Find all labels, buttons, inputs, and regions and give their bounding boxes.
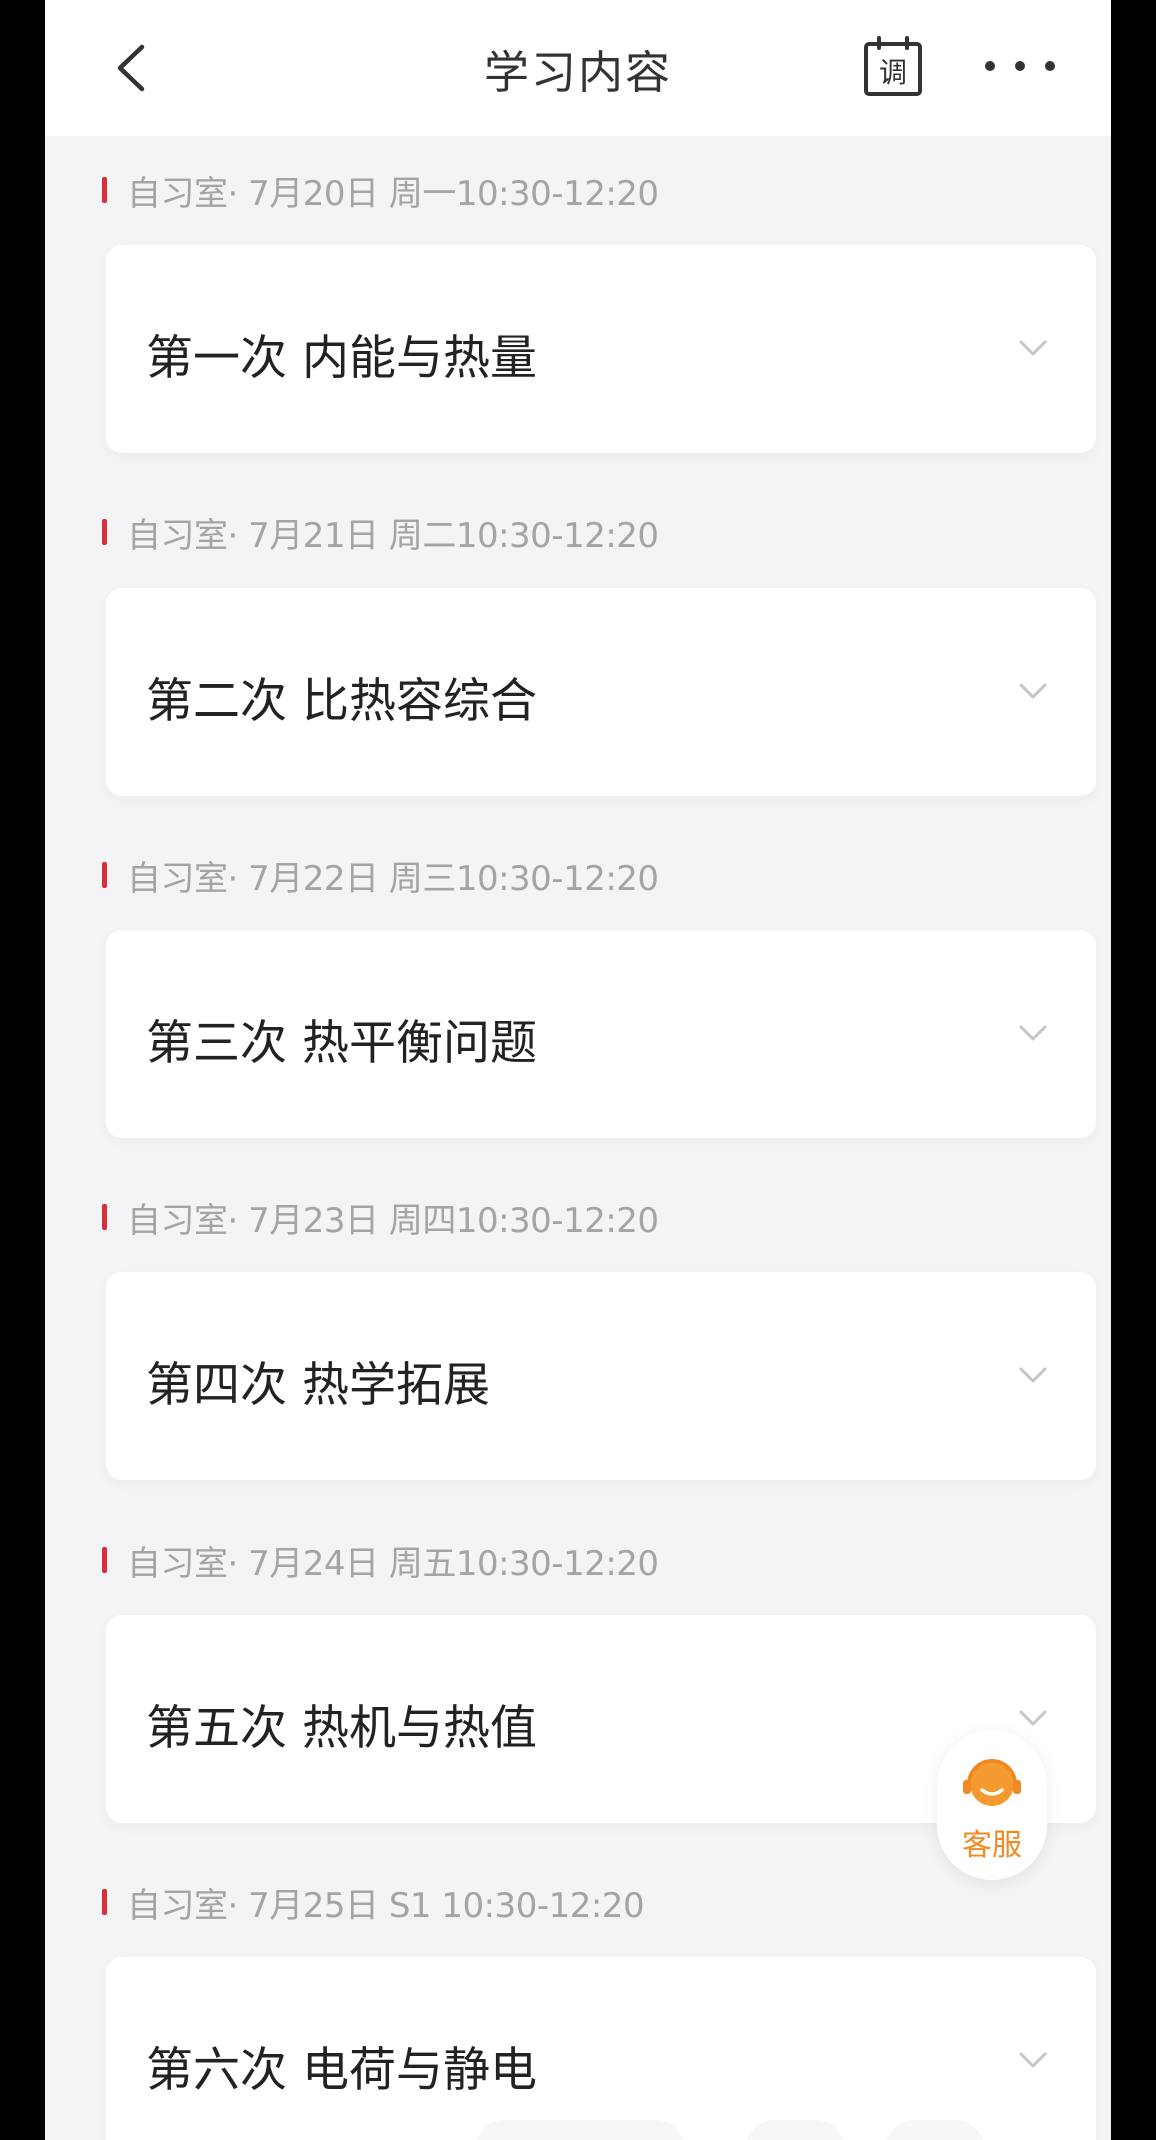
session-title: 第三次 热平衡问题 (146, 1016, 537, 1071)
session-header: 自习室· 7月21日 周二10:30-12:20 (102, 512, 659, 556)
session-card[interactable]: 第四次 热学拓展 (106, 1272, 1096, 1480)
session-header: 自习室· 7月20日 周一10:30-12:20 (102, 170, 659, 214)
page-title: 学习内容 (483, 46, 672, 99)
more-dot (1045, 61, 1055, 71)
app-screen: 学习内容 调 自习室· 7月20日 周一10:30-12:20 第一次 内能与热… (45, 0, 1111, 2140)
session-datetime: 自习室· 7月22日 周三10:30-12:20 (127, 858, 659, 899)
chevron-down-icon[interactable] (1016, 674, 1050, 708)
session-header: 自习室· 7月22日 周三10:30-12:20 (102, 855, 659, 899)
accent-bar (102, 519, 107, 545)
session-card[interactable]: 第三次 热平衡问题 (106, 930, 1096, 1138)
session-title: 第二次 比热容综合 (146, 674, 537, 729)
headset-icon (963, 1759, 1021, 1806)
session-title: 第四次 热学拓展 (146, 1358, 490, 1413)
customer-service-label: 客服 (962, 1828, 1022, 1863)
session-card[interactable]: 第一次 内能与热量 (106, 245, 1096, 453)
session-card[interactable]: 第二次 比热容综合 (106, 588, 1096, 796)
bottom-bar-shape (475, 2120, 685, 2140)
more-dot (1015, 61, 1025, 71)
chevron-down-icon[interactable] (1016, 2043, 1050, 2077)
chevron-down-icon[interactable] (1016, 1701, 1050, 1735)
accent-bar (102, 1547, 107, 1573)
calendar-adjust-icon: 调 (864, 36, 922, 96)
session-datetime: 自习室· 7月25日 S1 10:30-12:20 (127, 1885, 645, 1926)
session-datetime: 自习室· 7月24日 周五10:30-12:20 (127, 1543, 659, 1584)
session-datetime: 自习室· 7月23日 周四10:30-12:20 (127, 1200, 659, 1241)
chevron-down-icon[interactable] (1016, 331, 1050, 365)
more-button[interactable] (985, 46, 1055, 86)
accent-bar (102, 177, 107, 203)
schedule-icon-char: 调 (879, 56, 907, 89)
session-header: 自习室· 7月23日 周四10:30-12:20 (102, 1197, 659, 1241)
accent-bar (102, 1889, 107, 1915)
accent-bar (102, 862, 107, 888)
session-datetime: 自习室· 7月21日 周二10:30-12:20 (127, 515, 659, 556)
more-dot (985, 61, 995, 71)
navigation-bar: 学习内容 调 (45, 0, 1111, 136)
session-header: 自习室· 7月24日 周五10:30-12:20 (102, 1540, 659, 1584)
customer-service-button[interactable]: 客服 (937, 1730, 1047, 1880)
accent-bar (102, 1204, 107, 1230)
session-card[interactable]: 第六次 电荷与静电 (106, 1957, 1096, 2140)
session-title: 第六次 电荷与静电 (146, 2043, 537, 2098)
session-title: 第五次 热机与热值 (146, 1701, 537, 1756)
chevron-down-icon[interactable] (1016, 1358, 1050, 1392)
session-header: 自习室· 7月25日 S1 10:30-12:20 (102, 1882, 645, 1926)
schedule-adjust-button[interactable]: 调 (863, 36, 923, 98)
chevron-down-icon[interactable] (1016, 1016, 1050, 1050)
session-title: 第一次 内能与热量 (146, 331, 537, 386)
session-datetime: 自习室· 7月20日 周一10:30-12:20 (127, 173, 659, 214)
